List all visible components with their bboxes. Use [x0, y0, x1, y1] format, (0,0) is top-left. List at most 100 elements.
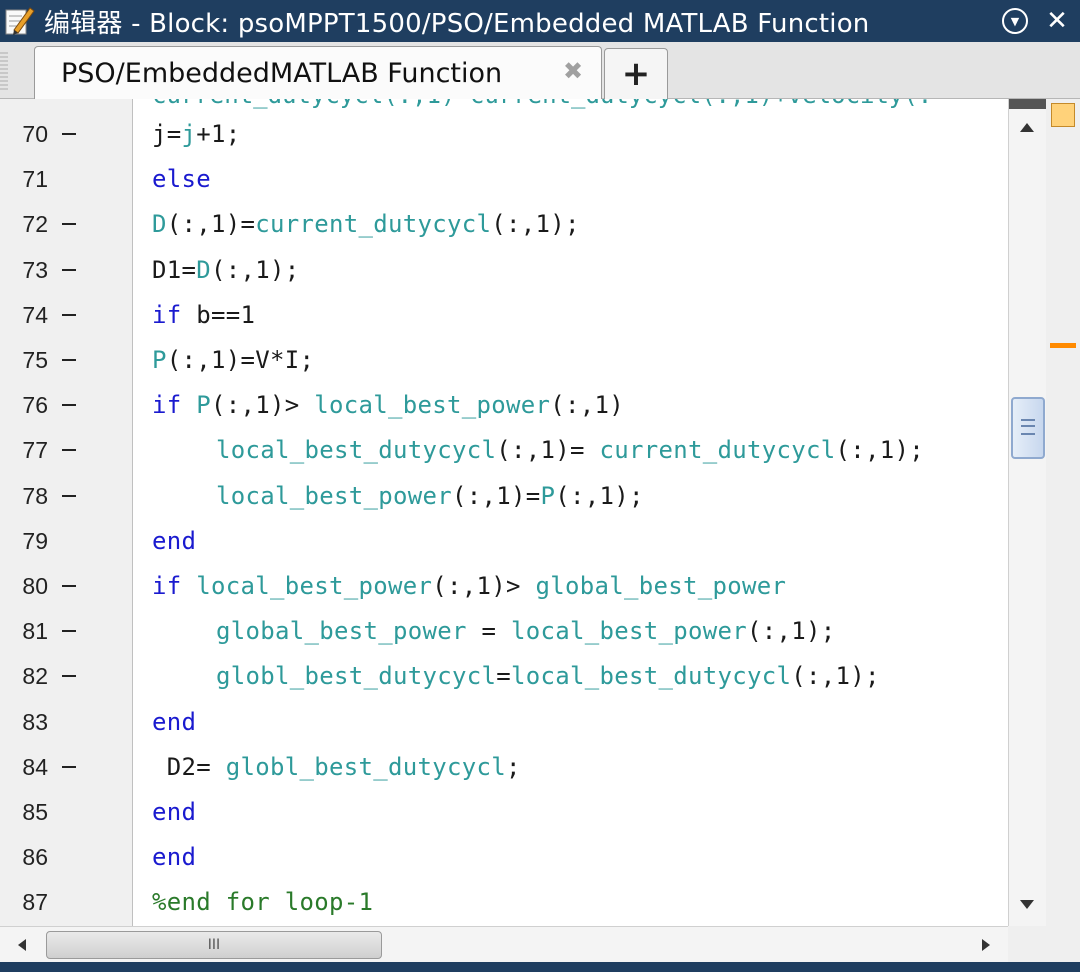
code-editor[interactable]: current_dutycycl(:,1)=current_dutycycl(:…: [0, 99, 1008, 926]
code-token: (:,1): [550, 391, 624, 420]
breakpoint-dash[interactable]: [62, 268, 76, 271]
dropdown-circle-icon[interactable]: ▼: [1000, 6, 1030, 36]
code-token: local_best_power: [314, 391, 551, 420]
message-marker-bar: [1046, 99, 1080, 926]
line-number: 83: [22, 708, 48, 735]
code-token: (:,1);: [555, 481, 644, 510]
code-text: local_best_power(:,1)=P(:,1);: [216, 482, 644, 510]
code-token: D2=: [152, 752, 226, 781]
vertical-scrollbar[interactable]: [1008, 99, 1047, 926]
status-indicator-icon[interactable]: [1051, 103, 1075, 127]
line-number: 70: [22, 121, 48, 147]
code-text: end: [152, 527, 196, 555]
breakpoint-dash[interactable]: [62, 630, 76, 633]
code-token: globl_best_dutycycl: [216, 662, 497, 691]
code-token: if: [152, 391, 197, 420]
scroll-down-icon[interactable]: [1020, 900, 1034, 909]
tab-grip[interactable]: [0, 52, 8, 92]
code-line[interactable]: 73 D1=D(:,1);: [0, 249, 1008, 294]
vertical-scroll-thumb[interactable]: [1011, 397, 1045, 459]
line-number: 77: [22, 437, 48, 464]
split-handle[interactable]: [1009, 99, 1047, 109]
code-line[interactable]: 77 local_best_dutycycl(:,1)= current_duty…: [0, 429, 1008, 474]
scroll-up-icon[interactable]: [1020, 123, 1034, 132]
code-token: local_best_power: [196, 572, 433, 600]
code-token: global_best_power: [216, 617, 467, 646]
code-text: end: [152, 798, 196, 826]
breakpoint-dash[interactable]: [62, 404, 76, 407]
line-number: 72: [22, 211, 48, 238]
close-icon[interactable]: ✕: [1042, 6, 1072, 36]
code-line[interactable]: 78 local_best_power(:,1)=P(:,1);: [0, 475, 1008, 520]
code-token: (:,1);: [747, 617, 836, 646]
code-line[interactable]: 72 D(:,1)=current_dutycycl(:,1);: [0, 203, 1008, 248]
breakpoint-dash[interactable]: [62, 449, 76, 452]
code-token: local_best_power: [216, 481, 452, 510]
scrollbar-corner: [1008, 926, 1080, 962]
code-line[interactable]: 83 end: [0, 701, 1008, 746]
code-token: b==1: [196, 300, 256, 329]
code-token: D1=: [152, 255, 197, 284]
tab-label: PSO/EmbeddedMATLAB Function: [61, 57, 503, 89]
scroll-right-icon[interactable]: [982, 939, 990, 951]
breakpoint-dash[interactable]: [62, 585, 76, 587]
scroll-left-icon[interactable]: [18, 939, 26, 951]
tab-close-icon[interactable]: ✖: [563, 57, 583, 85]
code-token: D: [196, 255, 211, 284]
code-text: D2= globl_best_dutycycl;: [152, 753, 521, 781]
line-number: 79: [22, 527, 48, 554]
line-number: 82: [22, 663, 48, 690]
horizontal-scroll-thumb[interactable]: III: [46, 931, 382, 959]
tab-active[interactable]: PSO/EmbeddedMATLAB Function ✖: [34, 46, 602, 99]
breakpoint-dash[interactable]: [62, 765, 76, 768]
breakpoint-dash[interactable]: [62, 675, 76, 678]
code-token: local_best_power: [511, 617, 747, 646]
line-number: 80: [22, 573, 48, 599]
code-line[interactable]: 87 %end for loop-1: [0, 881, 1008, 926]
code-text: if P(:,1)> local_best_power(:,1): [152, 391, 624, 419]
code-line[interactable]: 79 end: [0, 520, 1008, 565]
code-token: (:,1);: [791, 662, 880, 691]
code-token: P: [540, 481, 556, 510]
code-token: D: [152, 210, 167, 239]
code-line[interactable]: 82 globl_best_dutycycl=local_best_dutycyc…: [0, 655, 1008, 700]
breakpoint-dash[interactable]: [62, 133, 76, 135]
code-line[interactable]: 74 if b==1: [0, 294, 1008, 339]
code-line[interactable]: 85 end: [0, 791, 1008, 836]
code-text: end: [152, 843, 196, 871]
code-line[interactable]: 76 if P(:,1)> local_best_power(:,1): [0, 384, 1008, 429]
code-line[interactable]: 84 D2= globl_best_dutycycl;: [0, 746, 1008, 791]
code-token: P: [196, 391, 211, 420]
code-token: (:,1)=: [166, 210, 256, 239]
breakpoint-dash[interactable]: [62, 494, 76, 497]
add-tab-button[interactable]: +: [604, 48, 668, 99]
code-text: end: [152, 708, 196, 736]
code-line[interactable]: 75 P(:,1)=V*I;: [0, 339, 1008, 384]
code-token: +1;: [196, 120, 241, 148]
code-token: (:,1)=V*I;: [166, 346, 315, 374]
code-text: P(:,1)=V*I;: [152, 346, 314, 374]
code-token: =: [496, 662, 511, 691]
code-token: end: [152, 526, 197, 555]
breakpoint-dash[interactable]: [62, 223, 76, 226]
line-number: 81: [22, 618, 48, 645]
code-token: local_best_dutycycl: [511, 662, 792, 691]
breakpoint-dash[interactable]: [62, 359, 76, 361]
code-text: D(:,1)=current_dutycycl(:,1);: [152, 210, 580, 238]
breakpoint-dash[interactable]: [62, 313, 76, 316]
code-text: if b==1: [152, 301, 255, 329]
code-token: (:,1);: [211, 255, 300, 284]
code-line[interactable]: 81 global_best_power = local_best_power(:…: [0, 610, 1008, 655]
code-line[interactable]: 80 if local_best_power(:,1)> global_best_…: [0, 565, 1008, 610]
code-line[interactable]: 70 j=j+1;: [0, 113, 1008, 158]
window-title: 编辑器 - Block: psoMPPT1500/PSO/Embedded MA…: [44, 8, 870, 39]
code-line[interactable]: 86 end: [0, 836, 1008, 881]
code-line[interactable]: 71 else: [0, 158, 1008, 203]
code-token: (:,1)>: [432, 572, 536, 600]
code-text: D1=D(:,1);: [152, 256, 300, 284]
horizontal-scrollbar[interactable]: III: [0, 926, 1008, 963]
warning-marker[interactable]: [1050, 343, 1076, 348]
line-number: 85: [22, 799, 48, 825]
code-token: if: [152, 300, 197, 329]
code-token: if: [152, 572, 197, 600]
